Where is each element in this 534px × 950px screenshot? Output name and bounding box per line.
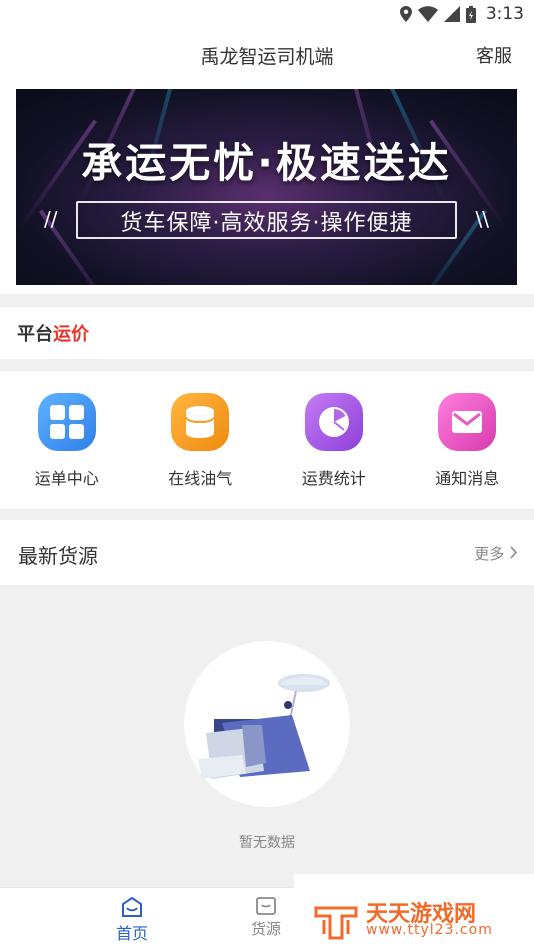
status-time: 3:13	[485, 4, 524, 24]
menu-notifications[interactable]: 通知消息	[401, 371, 534, 509]
watermark-url: www.ttyl23.com	[366, 922, 493, 938]
cargo-icon	[256, 897, 276, 915]
empty-text: 暂无数据	[239, 835, 295, 851]
status-icons: 3:13	[399, 4, 524, 24]
page-title: 禹龙智运司机端	[200, 46, 334, 68]
menu-label: 通知消息	[435, 469, 500, 488]
platform-price-title: 平台运价	[17, 320, 89, 346]
more-button[interactable]: 更多	[474, 543, 518, 564]
tab-cargo[interactable]: 货源	[251, 896, 281, 939]
latest-cargo-title: 最新货源	[18, 544, 98, 568]
price-title-part2: 运价	[53, 324, 89, 345]
chevron-right-icon	[510, 546, 518, 559]
menu-label: 运单中心	[34, 469, 99, 488]
tab-home[interactable]: 首页	[116, 896, 148, 944]
wifi-icon	[417, 6, 438, 22]
menu-freight-stats[interactable]: 运费统计	[267, 371, 401, 509]
banner-subline: 货车保障·高效服务·操作便捷	[120, 211, 413, 236]
status-bar: 3:13	[0, 0, 534, 28]
oil-drum-icon	[171, 393, 230, 451]
banner-headline: 承运无忧·极速送达	[81, 139, 452, 187]
location-icon	[399, 6, 412, 22]
empty-state: 暂无数据	[0, 585, 534, 887]
latest-cargo-header: 最新货源 更多	[0, 520, 534, 585]
menu-waybill-center[interactable]: 运单中心	[0, 371, 134, 509]
menu-label: 运费统计	[301, 469, 366, 488]
banner-deco-right: \\	[475, 207, 489, 231]
promo-banner[interactable]: 承运无忧·极速送达 // 货车保障·高效服务·操作便捷 \\	[16, 89, 517, 285]
empty-illustration	[184, 641, 350, 807]
watermark-logo-icon	[314, 906, 358, 940]
quick-menu: 运单中心 在线油气 运费统计 通知消息	[0, 371, 534, 509]
tab-label: 货源	[251, 920, 282, 938]
price-title-part1: 平台	[17, 324, 53, 345]
tab-label: 首页	[116, 924, 149, 943]
envelope-icon	[438, 393, 497, 451]
pie-chart-icon	[304, 393, 363, 451]
platform-price-section[interactable]: 平台运价	[0, 307, 534, 359]
site-watermark: 天天游戏网 www.ttyl23.com	[294, 874, 534, 950]
grid-icon	[37, 393, 96, 451]
more-label: 更多	[474, 545, 505, 563]
customer-service-button[interactable]: 客服	[476, 42, 512, 68]
signal-icon	[443, 6, 460, 22]
battery-icon	[465, 5, 476, 23]
app-header: 禹龙智运司机端 客服	[0, 28, 534, 84]
banner-section: 承运无忧·极速送达 // 货车保障·高效服务·操作便捷 \\	[0, 84, 534, 294]
menu-label: 在线油气	[168, 469, 233, 488]
home-icon	[122, 896, 142, 917]
menu-online-fuel[interactable]: 在线油气	[134, 371, 268, 509]
